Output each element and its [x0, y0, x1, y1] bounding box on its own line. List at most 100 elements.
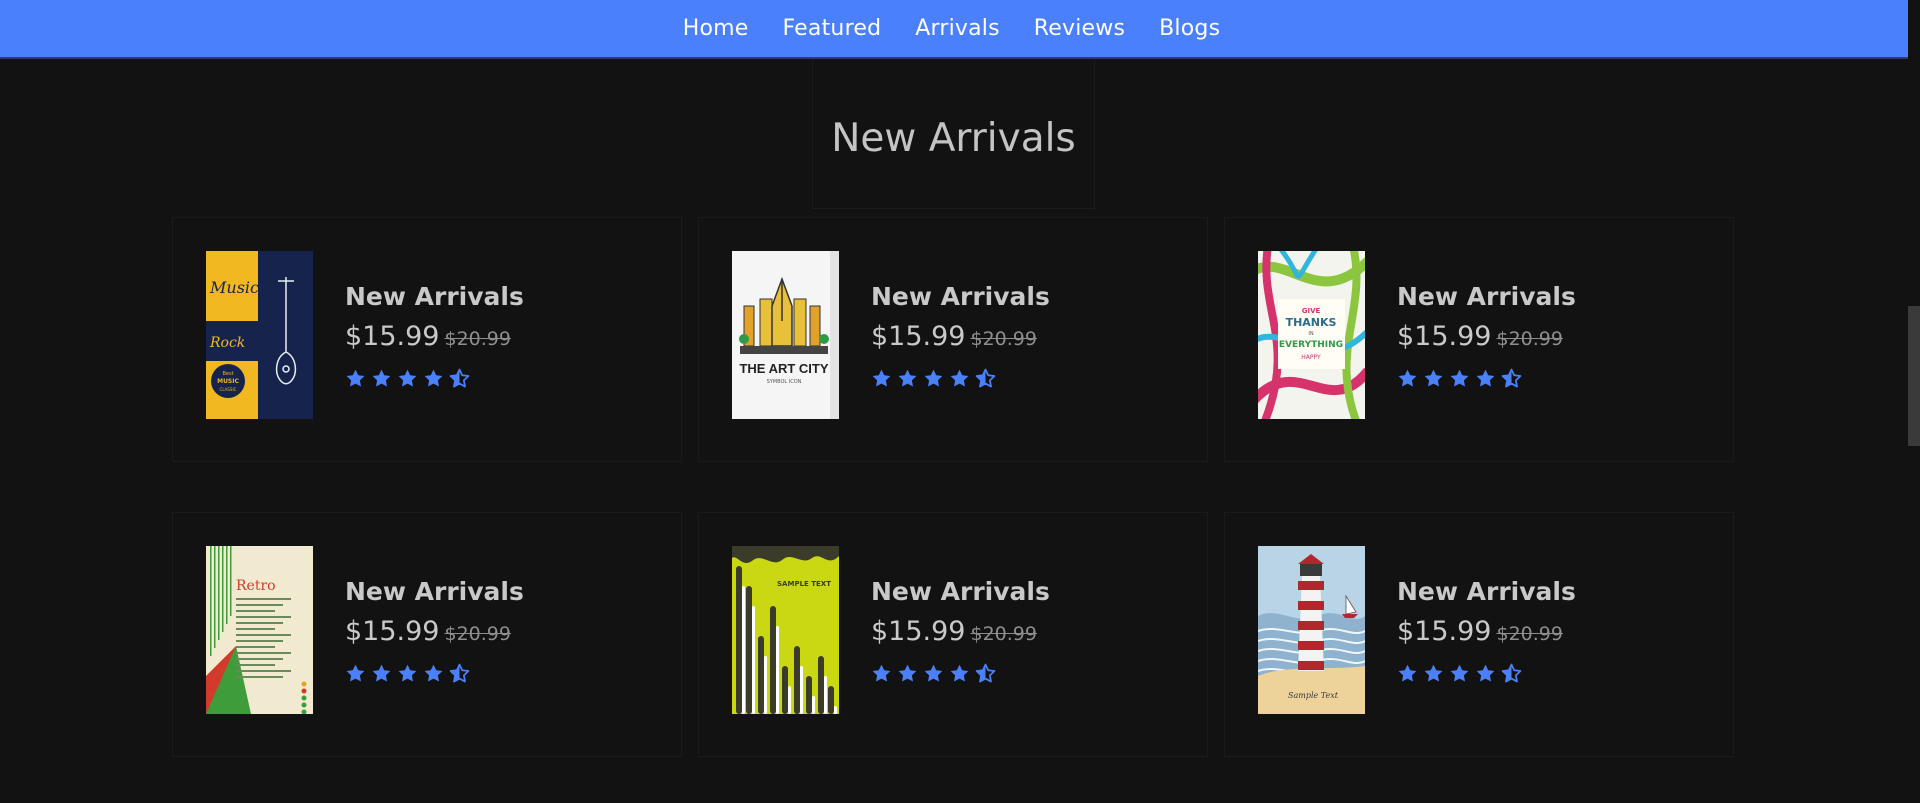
music-cover-art: Music Rock BestMUSIC CLASSIC [206, 251, 313, 419]
star-half-icon [449, 368, 470, 388]
star-full-icon [346, 369, 365, 387]
nav-arrivals-link[interactable]: Arrivals [915, 16, 1000, 41]
nav-reviews-link[interactable]: Reviews [1034, 16, 1125, 41]
svg-text:Rock: Rock [209, 335, 245, 351]
product-price: $15.99 [1397, 616, 1492, 647]
star-full-icon [1450, 369, 1469, 387]
product-price: $15.99 [1397, 321, 1492, 352]
star-half-icon [975, 368, 996, 388]
svg-text:Retro: Retro [236, 578, 276, 594]
product-card[interactable]: Sample Text New Arrivals $15.99 $20.99 [1224, 512, 1734, 757]
product-price: $15.99 [871, 321, 966, 352]
main-navbar: Home Featured Arrivals Reviews Blogs [0, 0, 1908, 59]
page-scrollbar-thumb[interactable] [1908, 306, 1920, 446]
product-title[interactable]: New Arrivals [1397, 282, 1576, 311]
retro-cover-art: Retro [206, 546, 313, 714]
svg-text:THE ART CITY: THE ART CITY [739, 361, 828, 376]
product-card[interactable]: SAMPLE TEXT New Arrivals $15.99 $20.99 [698, 512, 1208, 757]
star-full-icon [1424, 664, 1443, 682]
section-heading: New Arrivals [831, 116, 1076, 161]
product-old-price: $20.99 [444, 328, 511, 350]
book-cover-image[interactable]: SAMPLE TEXT [732, 546, 839, 714]
lighthouse-cover-art: Sample Text [1258, 546, 1365, 714]
svg-text:EVERYTHING: EVERYTHING [1279, 340, 1343, 350]
art-city-cover-art: THE ART CITY SYMBOL ICON [732, 251, 839, 419]
product-old-price: $20.99 [1496, 623, 1563, 645]
star-full-icon [424, 369, 443, 387]
star-full-icon [872, 664, 891, 682]
svg-text:SAMPLE TEXT: SAMPLE TEXT [777, 580, 831, 588]
star-rating [1397, 368, 1522, 389]
star-full-icon [398, 369, 417, 387]
product-card[interactable]: Retro New Arrivals $15.99 $20.99 [172, 512, 682, 757]
svg-text:Sample Text: Sample Text [1288, 691, 1339, 700]
star-full-icon [1476, 369, 1495, 387]
product-card[interactable]: Music Rock Best MUSIC CLASSIC New Arrivals $15… [172, 217, 682, 462]
star-half-icon [1501, 368, 1522, 388]
star-full-icon [898, 369, 917, 387]
star-full-icon [924, 664, 943, 682]
product-old-price: $20.99 [1496, 328, 1563, 350]
svg-text:HAPPY: HAPPY [1301, 354, 1321, 361]
give-thanks-cover-art: GIVETHANKS IN EVERYTHING HAPPY [1258, 251, 1365, 419]
product-card[interactable]: THE ART CITY SYMBOL ICON New Arrivals $15.9… [698, 217, 1208, 462]
svg-text:GIVE: GIVE [1302, 307, 1321, 315]
product-price-group: $15.99 $20.99 [871, 321, 1037, 352]
star-full-icon [372, 369, 391, 387]
product-price: $15.99 [345, 321, 440, 352]
svg-text:CLASSIC: CLASSIC [220, 387, 237, 392]
svg-text:Best: Best [222, 371, 233, 377]
star-full-icon [1450, 664, 1469, 682]
star-rating [1397, 663, 1522, 684]
book-cover-image[interactable]: Retro [206, 546, 313, 714]
star-rating [345, 368, 470, 389]
star-full-icon [372, 664, 391, 682]
product-title[interactable]: New Arrivals [345, 282, 524, 311]
star-full-icon [950, 369, 969, 387]
product-card[interactable]: GIVE THANKS IN EVERYTHING HAPPY New Arrivals $… [1224, 217, 1734, 462]
product-old-price: $20.99 [970, 623, 1037, 645]
book-cover-image[interactable]: Music Rock Best MUSIC CLASSIC [206, 251, 313, 419]
star-full-icon [1476, 664, 1495, 682]
svg-text:IN: IN [1308, 331, 1313, 337]
nav-blogs-link[interactable]: Blogs [1159, 16, 1220, 41]
svg-text:SYMBOL ICON: SYMBOL ICON [767, 379, 802, 385]
star-full-icon [1398, 664, 1417, 682]
star-half-icon [449, 663, 470, 683]
svg-text:Music: Music [209, 278, 259, 297]
book-cover-image[interactable]: Sample Text [1258, 546, 1365, 714]
product-price-group: $15.99 $20.99 [1397, 321, 1563, 352]
sample-text-cover-art: SAMPLE TEXT [732, 546, 839, 714]
star-full-icon [898, 664, 917, 682]
star-full-icon [872, 369, 891, 387]
product-title[interactable]: New Arrivals [345, 577, 524, 606]
product-old-price: $20.99 [970, 328, 1037, 350]
product-price-group: $15.99 $20.99 [871, 616, 1037, 647]
product-title[interactable]: New Arrivals [871, 282, 1050, 311]
product-price: $15.99 [871, 616, 966, 647]
product-price-group: $15.99 $20.99 [345, 321, 511, 352]
product-old-price: $20.99 [444, 623, 511, 645]
star-full-icon [924, 369, 943, 387]
star-rating [871, 663, 996, 684]
book-cover-image[interactable]: THE ART CITY SYMBOL ICON [732, 251, 839, 419]
product-price: $15.99 [345, 616, 440, 647]
star-full-icon [424, 664, 443, 682]
section-heading-box: New Arrivals [812, 59, 1095, 209]
product-price-group: $15.99 $20.99 [1397, 616, 1563, 647]
svg-text:MUSIC: MUSIC [217, 378, 239, 385]
star-full-icon [346, 664, 365, 682]
product-title[interactable]: New Arrivals [1397, 577, 1576, 606]
book-cover-image[interactable]: GIVE THANKS IN EVERYTHING HAPPY [1258, 251, 1365, 419]
product-title[interactable]: New Arrivals [871, 577, 1050, 606]
svg-text:THANKS: THANKS [1286, 316, 1337, 329]
star-rating [345, 663, 470, 684]
nav-home-link[interactable]: Home [683, 16, 749, 41]
star-full-icon [398, 664, 417, 682]
star-full-icon [950, 664, 969, 682]
star-half-icon [975, 663, 996, 683]
star-full-icon [1398, 369, 1417, 387]
product-price-group: $15.99 $20.99 [345, 616, 511, 647]
star-full-icon [1424, 369, 1443, 387]
nav-featured-link[interactable]: Featured [783, 16, 882, 41]
